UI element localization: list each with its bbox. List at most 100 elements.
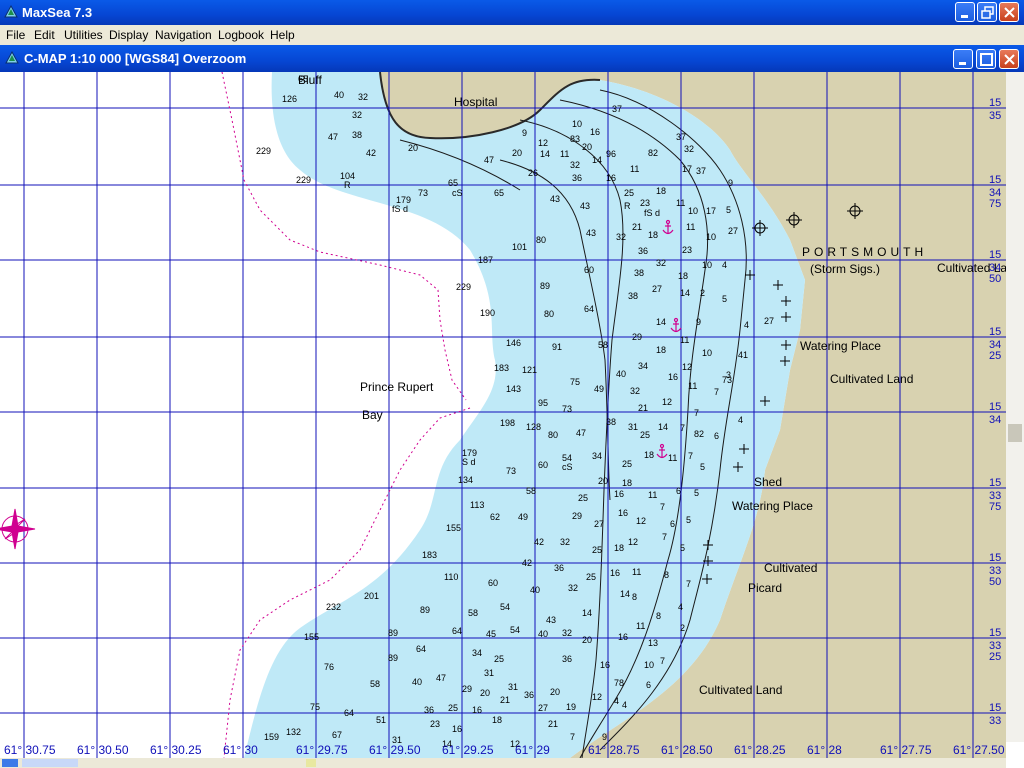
sounding: 14: [582, 608, 592, 618]
sounding: 5: [680, 543, 685, 553]
sounding: 5: [700, 462, 705, 472]
sounding: 89: [388, 653, 398, 663]
sounding: 134: [458, 475, 473, 485]
compass-rose: [0, 508, 36, 550]
close-icon: [1004, 7, 1015, 18]
latitude-label-minutes: 15: [989, 552, 1001, 564]
sounding: 10: [644, 660, 654, 670]
sounding: 34: [638, 361, 648, 371]
sounding: 229: [456, 282, 471, 292]
sounding: 16: [600, 660, 610, 670]
sounding: 18: [648, 230, 658, 240]
sounding: 6: [670, 519, 675, 529]
sounding: 32: [562, 628, 572, 638]
app-title-bar[interactable]: MaxSea 7.3: [0, 0, 1024, 25]
sounding: 198: [500, 418, 515, 428]
sounding: 27: [728, 226, 738, 236]
sounding: 6: [646, 680, 651, 690]
sounding: 58: [468, 608, 478, 618]
chart-maximize-button[interactable]: [976, 49, 996, 69]
sounding: 58: [370, 679, 380, 689]
sounding: 26: [528, 168, 538, 178]
sounding: 25: [578, 493, 588, 503]
label-cultivated-land-2: Cultivated Land: [699, 683, 782, 697]
sounding: 20: [582, 142, 592, 152]
menu-display[interactable]: Display: [109, 28, 148, 42]
label-watering-place-1: Watering Place: [800, 339, 881, 353]
vertical-scrollbar[interactable]: [1006, 72, 1024, 742]
sounding: 2: [680, 623, 685, 633]
sounding: 65: [494, 188, 504, 198]
sounding: 155: [304, 632, 319, 642]
sounding: 8: [656, 611, 661, 621]
app-title: MaxSea 7.3: [22, 5, 93, 20]
latitude-label-minutes: 15: [989, 702, 1001, 714]
sounding: 11: [648, 490, 657, 500]
horizontal-scrollbar[interactable]: [0, 758, 1006, 768]
chart-minimize-button[interactable]: [953, 49, 973, 69]
menu-edit[interactable]: Edit: [34, 28, 55, 42]
sounding: 8: [664, 570, 669, 580]
sounding: 32: [684, 144, 694, 154]
sounding: 16: [668, 372, 678, 382]
scroll-thumb-h[interactable]: [22, 759, 78, 767]
sounding: 27: [538, 703, 548, 713]
sounding: cS: [452, 188, 463, 198]
sounding: 40: [412, 677, 422, 687]
latitude-label-minutes: 15: [989, 97, 1001, 109]
latitude-label-value: 33 25: [989, 640, 1001, 663]
menu-file[interactable]: File: [6, 28, 25, 42]
sounding: 20: [512, 148, 522, 158]
sounding: 25: [624, 188, 634, 198]
menu-navigation[interactable]: Navigation: [155, 28, 212, 42]
sounding: 49: [518, 512, 528, 522]
menu-utilities[interactable]: Utilities: [64, 28, 103, 42]
sounding: 14: [658, 422, 668, 432]
scroll-thumb[interactable]: [1008, 424, 1022, 442]
sounding: 7: [680, 423, 685, 433]
sounding: 128: [526, 422, 541, 432]
sounding: 54: [510, 625, 520, 635]
close-button[interactable]: [999, 2, 1019, 22]
restore-button[interactable]: [977, 2, 997, 22]
sounding: 75: [310, 702, 320, 712]
sounding: 60: [488, 578, 498, 588]
sounding: 25: [640, 430, 650, 440]
sounding: 232: [326, 602, 341, 612]
restore-icon: [981, 6, 994, 19]
sounding: 16: [590, 127, 600, 137]
chart-close-button[interactable]: [999, 49, 1019, 69]
sounding: 4: [722, 260, 727, 270]
sounding: 17: [706, 206, 716, 216]
sounding: 64: [416, 644, 426, 654]
sounding: 7: [688, 451, 693, 461]
sounding: 32: [352, 110, 362, 120]
sounding: 20: [550, 687, 560, 697]
sounding: 14: [656, 317, 666, 327]
menu-bar: File Edit Utilities Display Navigation L…: [0, 25, 1024, 45]
sounding: 62: [490, 512, 500, 522]
nautical-chart[interactable]: 18540296540321263247382294220104R2291797…: [0, 72, 1006, 758]
sounding: 40: [538, 629, 548, 639]
sounding: 6: [714, 431, 719, 441]
sounding: 23: [430, 719, 440, 729]
sounding: 10: [702, 260, 712, 270]
sounding: 27: [594, 519, 604, 529]
latitude-label-minutes: 15: [989, 401, 1001, 413]
sounding: 11: [560, 149, 569, 159]
sounding: 7: [714, 387, 719, 397]
minimize-button[interactable]: [955, 2, 975, 22]
sounding: 43: [546, 615, 556, 625]
sounding: 29: [572, 511, 582, 521]
menu-help[interactable]: Help: [270, 28, 295, 42]
label-bay: Bay: [362, 408, 383, 422]
menu-logbook[interactable]: Logbook: [218, 28, 264, 42]
sounding: 5: [686, 515, 691, 525]
chart-title-bar[interactable]: C-MAP 1:10 000 [WGS84] Overzoom: [0, 45, 1024, 72]
sounding: 25: [586, 572, 596, 582]
longitude-label: 61° 30.25: [150, 743, 202, 757]
sounding: 20: [408, 143, 418, 153]
sounding: 25: [448, 703, 458, 713]
label-prince-rupert: Prince Rupert: [360, 380, 434, 394]
scroll-left-button[interactable]: [2, 759, 18, 767]
